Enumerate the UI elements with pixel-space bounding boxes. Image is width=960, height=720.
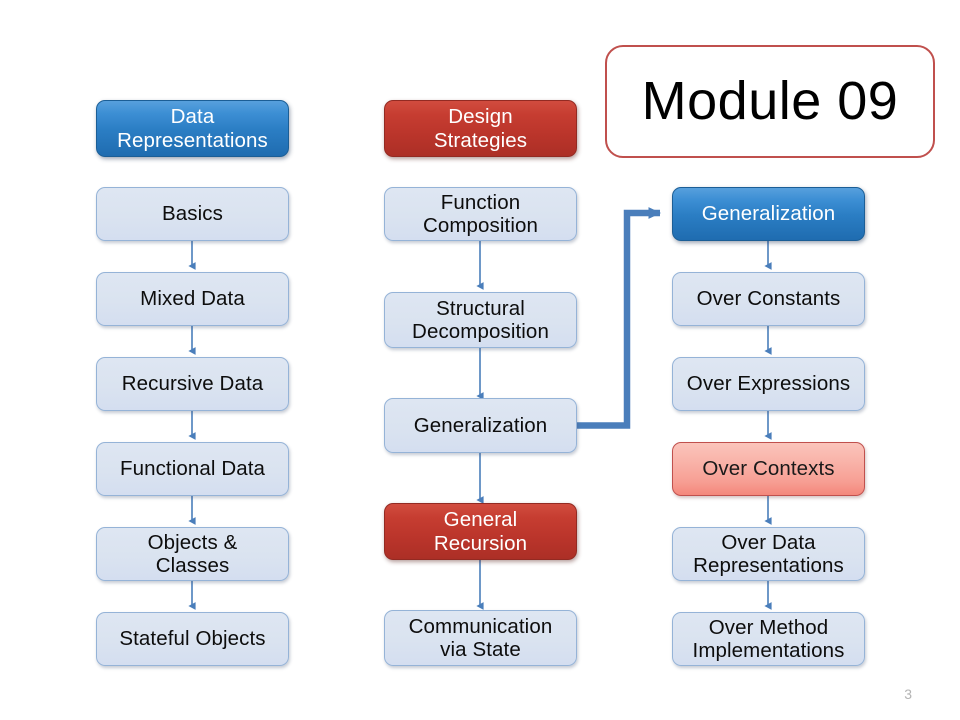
node-basics[interactable]: Basics <box>96 187 289 241</box>
node-stateful-objects[interactable]: Stateful Objects <box>96 612 289 666</box>
node-label: Structural Decomposition <box>412 296 549 343</box>
node-recursive-data[interactable]: Recursive Data <box>96 357 289 411</box>
node-objects-and-classes[interactable]: Objects & Classes <box>96 527 289 581</box>
node-label: Communication via State <box>408 614 553 661</box>
node-over-constants[interactable]: Over Constants <box>672 272 865 326</box>
node-general-recursion[interactable]: General Recursion <box>384 503 577 560</box>
node-label: Over Data Representations <box>693 530 844 577</box>
column-header-generalization[interactable]: Generalization <box>672 187 865 241</box>
node-label: Over Method Implementations <box>692 615 845 662</box>
node-communication-via-state[interactable]: Communication via State <box>384 610 577 666</box>
column-header-design-strategies[interactable]: Design Strategies <box>384 100 577 157</box>
node-over-contexts[interactable]: Over Contexts <box>672 442 865 496</box>
slide-canvas: Module 09 Data Representations Basics Mi… <box>0 0 960 720</box>
node-label: Function Composition <box>422 190 539 237</box>
column-header-label: Data Representations <box>117 105 268 152</box>
node-label: Objects & Classes <box>147 530 238 577</box>
node-over-data-representations[interactable]: Over Data Representations <box>672 527 865 581</box>
node-label: Stateful Objects <box>119 627 266 651</box>
node-label: Generalization <box>413 413 548 437</box>
node-label: Recursive Data <box>121 372 264 396</box>
node-label: Over Constants <box>696 287 841 311</box>
column-header-label: Generalization <box>701 202 836 226</box>
node-label: General Recursion <box>433 508 528 555</box>
slide-title-text: Module 09 <box>641 70 899 131</box>
node-label: Over Expressions <box>686 372 851 396</box>
node-generalization-strategy[interactable]: Generalization <box>384 398 577 453</box>
node-over-method-implementations[interactable]: Over Method Implementations <box>672 612 865 666</box>
node-over-expressions[interactable]: Over Expressions <box>672 357 865 411</box>
node-label: Over Contexts <box>702 457 835 481</box>
slide-title-callout: Module 09 <box>605 45 935 158</box>
column-header-data-representations[interactable]: Data Representations <box>96 100 289 157</box>
node-label: Functional Data <box>119 457 266 481</box>
page-number: 3 <box>904 686 912 702</box>
node-functional-data[interactable]: Functional Data <box>96 442 289 496</box>
node-structural-decomposition[interactable]: Structural Decomposition <box>384 292 577 348</box>
node-label: Basics <box>162 202 223 226</box>
arrow-generalization-expansion <box>577 207 661 429</box>
node-function-composition[interactable]: Function Composition <box>384 187 577 241</box>
column-header-label: Design Strategies <box>433 105 528 152</box>
node-mixed-data[interactable]: Mixed Data <box>96 272 289 326</box>
node-label: Mixed Data <box>140 287 245 311</box>
